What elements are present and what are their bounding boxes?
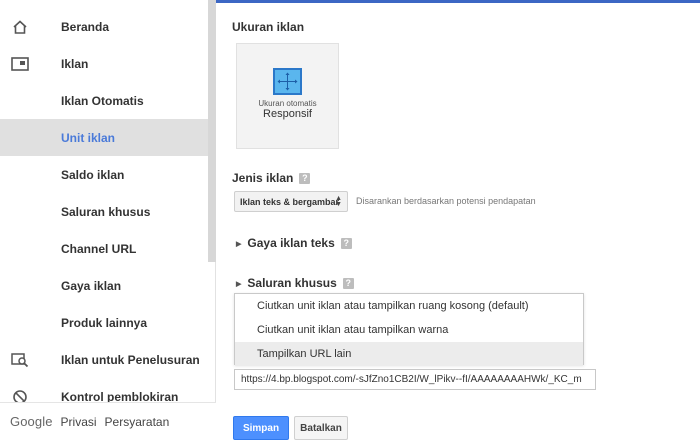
sidebar-scrollbar[interactable] [208, 0, 216, 262]
caret-right-icon: ▶ [236, 240, 242, 248]
help-icon[interactable]: ? [342, 278, 354, 290]
ad-type-hint: Disarankan berdasarkan potensi pendapata… [356, 196, 536, 206]
caret-right-icon: ▶ [236, 280, 242, 288]
sidebar-item-label: Gaya iklan [61, 278, 122, 293]
sidebar-footer: Google Privasi Persyaratan [0, 402, 216, 440]
sidebar-item-label: Unit iklan [61, 130, 116, 145]
text-ad-style-toggle[interactable]: ▶ Gaya iklan teks? [236, 236, 352, 250]
help-icon[interactable]: ? [299, 173, 311, 185]
sidebar-item-ad-styles[interactable]: Gaya iklan [0, 267, 208, 304]
sidebar-item-label: Saldo iklan [61, 167, 125, 182]
ad-size-heading: Ukuran iklan [232, 20, 305, 34]
sidebar-item-ad-balance[interactable]: Saldo iklan [0, 156, 208, 193]
cancel-button[interactable]: Batalkan [294, 416, 348, 440]
google-logo: Google [10, 414, 53, 429]
ad-unit-icon [11, 55, 29, 73]
ad-type-heading: Jenis iklan? [232, 171, 311, 185]
custom-channels-label: Saluran khusus [247, 276, 337, 290]
custom-channels-toggle[interactable]: ▶ Saluran khusus? [236, 276, 354, 290]
sidebar-item-ad-units[interactable]: Unit iklan [0, 119, 208, 156]
sidebar-item-label: Channel URL [61, 241, 137, 256]
select-arrows-icon: ▲ ▼ [335, 195, 342, 208]
responsive-size-card[interactable]: Ukuran otomatis Responsif [236, 43, 339, 149]
sidebar-item-label: Iklan [61, 56, 89, 71]
size-card-title: Responsif [263, 108, 312, 120]
search-ads-icon [11, 351, 29, 369]
ad-type-select[interactable]: Iklan teks & bergambar ▲ ▼ [234, 191, 348, 212]
sidebar-item-home[interactable]: Beranda [0, 8, 208, 45]
privacy-link[interactable]: Privasi [61, 415, 97, 429]
ad-type-selected-value: Iklan teks & bergambar [240, 196, 340, 207]
save-button[interactable]: Simpan [233, 416, 289, 440]
sidebar-item-auto-ads[interactable]: Iklan Otomatis [0, 82, 208, 119]
ad-unit-settings: Ukuran iklan Ukuran otomatis Responsif J… [216, 3, 700, 440]
sidebar-item-custom-channels[interactable]: Saluran khusus [0, 193, 208, 230]
fallback-url-input[interactable] [234, 369, 596, 390]
home-icon [11, 18, 29, 36]
size-card-caption: Ukuran otomatis [258, 99, 317, 108]
sidebar: Beranda Iklan Iklan Otomatis Unit iklan … [0, 0, 216, 440]
sidebar-item-label: Beranda [61, 19, 110, 34]
fallback-option-other-url[interactable]: Tampilkan URL lain [235, 342, 583, 366]
sidebar-item-ads[interactable]: Iklan [0, 45, 208, 82]
fallback-ads-dropdown: Ciutkan unit iklan atau tampilkan ruang … [234, 293, 584, 366]
sidebar-item-search-ads[interactable]: Iklan untuk Penelusuran [0, 341, 208, 378]
fallback-option-collapse-color[interactable]: Ciutkan unit iklan atau tampilkan warna [235, 318, 583, 342]
sidebar-item-label: Iklan Otomatis [61, 93, 144, 108]
terms-link[interactable]: Persyaratan [105, 415, 170, 429]
sidebar-item-url-channels[interactable]: Channel URL [0, 230, 208, 267]
sidebar-item-label: Iklan untuk Penelusuran [61, 352, 200, 367]
text-ad-style-label: Gaya iklan teks [247, 236, 335, 250]
sidebar-item-label: Produk lainnya [61, 315, 148, 330]
help-icon[interactable]: ? [340, 238, 352, 250]
sidebar-item-label: Saluran khusus [61, 204, 151, 219]
ad-type-label: Jenis iklan [232, 171, 294, 185]
sidebar-item-other-products[interactable]: Produk lainnya [0, 304, 208, 341]
fallback-option-collapse-blank[interactable]: Ciutkan unit iklan atau tampilkan ruang … [235, 294, 583, 318]
responsive-arrows-icon [273, 68, 302, 95]
